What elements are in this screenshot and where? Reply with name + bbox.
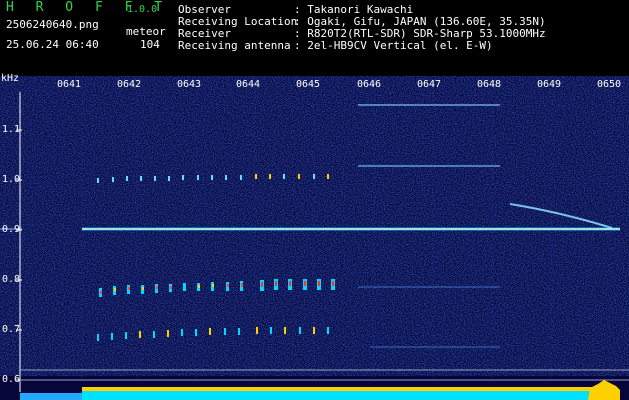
x-tick-0647: 0647 (417, 79, 442, 90)
file-datetime: 25.06.24 06:40 (6, 38, 99, 51)
signal-level-left (20, 393, 82, 400)
meteor-label: meteor (126, 25, 166, 38)
x-tick-0642: 0642 (117, 79, 142, 90)
x-tick-0643: 0643 (177, 79, 202, 90)
x-tick-0641: 0641 (57, 79, 82, 90)
y-axis-unit: kHz (1, 73, 20, 84)
x-tick-0644: 0644 (236, 79, 261, 90)
app-version: 1.0.0 (127, 4, 158, 15)
signal-level-cyan (82, 391, 602, 400)
y-tick-0-7: 0.7 (2, 324, 21, 335)
y-tick-1-0: 1.0 (2, 174, 21, 185)
x-tick-0648: 0648 (477, 79, 502, 90)
x-tick-0649: 0649 (537, 79, 562, 90)
x-tick-0645: 0645 (296, 79, 321, 90)
file-name: 2506240640.png (6, 18, 99, 31)
meteor-count: 104 (140, 38, 160, 51)
info-value-antenna: : 2el-HB9CV Vertical (el. E-W) (294, 39, 493, 52)
info-key-antenna: Receiving antenna (178, 39, 291, 52)
x-tick-0646: 0646 (357, 79, 382, 90)
y-tick-0-8: 0.8 (2, 274, 21, 285)
x-tick-0650: 0650 (597, 79, 622, 90)
y-tick-0-6: 0.6 (2, 374, 21, 385)
header-panel: H R O F F T 1.0.0 2506240640.png 25.06.2… (0, 0, 629, 56)
spectrogram (0, 76, 629, 400)
y-tick-1-1: 1.1 (2, 124, 21, 135)
y-tick-0-9: 0.9 (2, 224, 21, 235)
signal-level-yellow (82, 387, 602, 391)
